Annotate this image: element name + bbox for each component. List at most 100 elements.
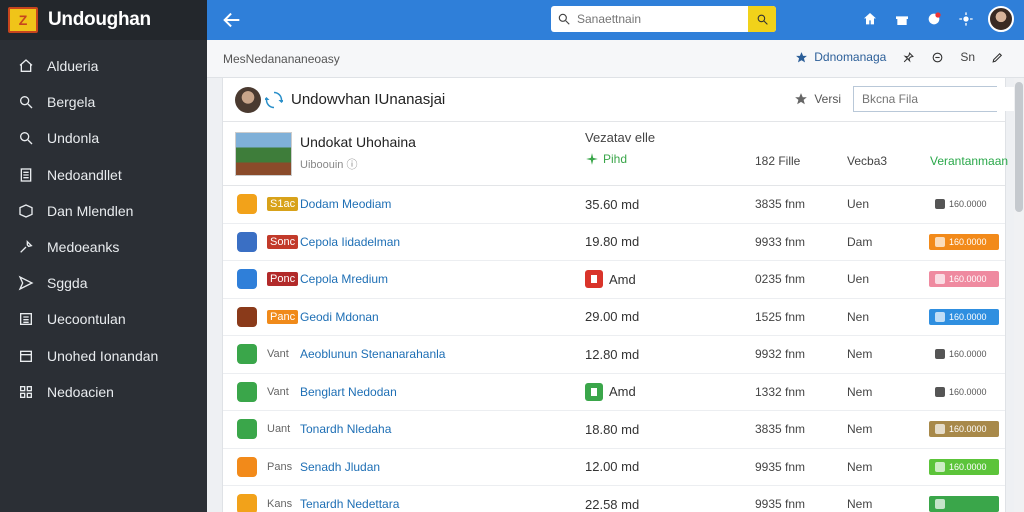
sn-action[interactable]: Sn	[960, 50, 975, 64]
status-badge[interactable]: 160.0000	[929, 384, 999, 400]
row-name-link[interactable]: Senadh Jludan	[300, 460, 380, 474]
featured-column-title: Vezatav elle	[585, 130, 656, 145]
file-type-icon	[237, 194, 257, 215]
table-row[interactable]: Vant Aeoblunun Stenanarahanla 12.80 md 9932…	[223, 336, 1005, 374]
row-size-text: 22.58 md	[585, 496, 640, 512]
home-icon[interactable]	[860, 9, 880, 29]
row-name-link[interactable]: Geodi Mdonan	[300, 310, 379, 324]
notification-icon[interactable]	[924, 9, 944, 29]
badge-icon	[935, 274, 945, 285]
sidebar-item-6[interactable]: Medoeanks	[0, 229, 207, 265]
row-name-link[interactable]: Dodam Meodiam	[300, 197, 391, 211]
file-type-icon	[237, 306, 257, 327]
file-type-icon	[237, 269, 257, 290]
settings-icon[interactable]	[956, 9, 976, 29]
row-size-text: 12.00 md	[585, 459, 640, 475]
row-time: 9933 fnm	[755, 234, 806, 249]
row-state: Uen	[847, 272, 870, 287]
row-size: Amd	[585, 382, 636, 401]
table-row[interactable]: Ponc Cepola Mredium Amd 0235 fnm Uen 160.0000	[223, 261, 1005, 299]
sidebar-item-10[interactable]: Nedoacien	[0, 374, 207, 410]
row-state: Nem	[847, 347, 873, 362]
status-badge[interactable]: 160.0000	[929, 271, 999, 288]
breadcrumb[interactable]: MesNedanananeoasy	[223, 52, 340, 66]
row-name-link[interactable]: Cepola Mredium	[300, 272, 388, 286]
sidebar-item-9[interactable]: Unohed Ionandan	[0, 338, 207, 374]
featured-item[interactable]: Undokat Uhohaina Uiboouin ⓘ Vezatav elle…	[223, 122, 1009, 186]
favorite-label: Ddnomanaga	[814, 50, 887, 64]
table-row[interactable]: S1ac Dodam Meodiam 35.60 md 3835 fnm Uen 160.…	[223, 186, 1005, 224]
sidebar-item-3[interactable]: Undonla	[0, 120, 207, 156]
back-arrow-icon[interactable]	[221, 9, 243, 31]
row-tag: Vant	[267, 348, 289, 361]
status-badge-label: 160.0000	[949, 386, 987, 397]
panel-title: Undowvhan IUnanasjai	[291, 91, 446, 108]
favorite-action[interactable]: Ddnomanaga	[795, 50, 886, 64]
row-state: Dam	[847, 234, 873, 249]
table-row[interactable]: Vant Benglart Nedodan Amd 1332 fnm Nem 160.00…	[223, 374, 1005, 411]
row-name-link[interactable]: Tonardh Nledaha	[300, 422, 391, 436]
table-row[interactable]: Sonc Cepola Iidadelman 19.80 md 9933 fnm Dam…	[223, 224, 1005, 261]
pin-icon[interactable]	[902, 51, 915, 64]
search-input[interactable]	[577, 12, 737, 26]
sidebar-item-label: Aldueria	[47, 58, 99, 75]
gift-icon[interactable]	[892, 9, 912, 29]
status-badge[interactable]: 160.0000	[929, 233, 999, 250]
featured-status-label: Pihd	[603, 152, 628, 166]
row-size: Amd	[585, 270, 636, 289]
status-badge[interactable]: 160.0000	[929, 308, 999, 325]
search-icon	[17, 129, 35, 147]
row-name-link[interactable]: Cepola Iidadelman	[300, 235, 400, 249]
package-icon	[17, 202, 35, 220]
sidebar-item-4[interactable]: Nedoandllet	[0, 157, 207, 193]
file-type-icon	[237, 456, 257, 477]
search-submit-button[interactable]	[748, 6, 776, 32]
row-name-link[interactable]: Tenardh Nedettara	[300, 497, 399, 511]
table-row[interactable]: Pans Senadh Jludan 12.00 md 9935 fnm Nem 160.…	[223, 449, 1005, 486]
status-badge[interactable]	[929, 496, 999, 512]
row-name-link[interactable]: Aeoblunun Stenanarahanla	[300, 347, 445, 361]
row-size: 22.58 md	[585, 497, 639, 512]
badge-icon	[935, 461, 945, 472]
favorite-toggle[interactable]: Versi	[794, 92, 841, 106]
status-badge[interactable]: 160.0000	[929, 458, 999, 475]
tools-icon	[17, 238, 35, 256]
sidebar-item-label: Uecoontulan	[47, 311, 126, 328]
table-row[interactable]: Uant Tonardh Nledaha 18.80 md 3835 fnm Nem 16…	[223, 411, 1005, 449]
app-logo: Z	[8, 7, 38, 33]
badge-icon	[935, 386, 945, 397]
row-size: 35.60 md	[585, 197, 639, 212]
featured-status-text: Verantanmaan	[930, 154, 1009, 168]
status-badge-label: 160.0000	[949, 199, 987, 210]
sidebar-item-8[interactable]: Uecoontulan	[0, 301, 207, 337]
sidebar-item-label: Nedoandllet	[47, 166, 122, 183]
brand[interactable]: Z Undoughan	[0, 0, 207, 40]
table-row[interactable]: Panc Geodi Mdonan 29.00 md 1525 fnm Nen 160.0…	[223, 299, 1005, 336]
row-name-link[interactable]: Benglart Nedodan	[300, 385, 397, 399]
edit-icon[interactable]	[991, 51, 1004, 64]
file-search[interactable]	[853, 86, 1024, 112]
featured-title: Undokat Uhohaina	[300, 134, 416, 150]
file-search-input[interactable]	[854, 87, 1017, 111]
status-badge[interactable]: 160.0000	[929, 421, 999, 438]
status-badge[interactable]: 160.0000	[929, 196, 999, 212]
sidebar-item-7[interactable]: Sggda	[0, 265, 207, 301]
featured-subtitle: Uiboouin ⓘ	[300, 159, 358, 171]
row-size: 29.00 md	[585, 309, 639, 324]
scrollbar-thumb[interactable]	[1015, 82, 1023, 212]
sidebar-item-1[interactable]: Aldueria	[0, 48, 207, 84]
table-row[interactable]: Kans Tenardh Nedettara 22.58 md 9935 fnm Nem	[223, 486, 1005, 512]
app-name: Undoughan	[48, 9, 151, 30]
row-time: 1332 fnm	[755, 384, 806, 399]
sidebar-item-2[interactable]: Bergela	[0, 84, 207, 120]
row-size-text: 12.80 md	[585, 346, 640, 362]
info-icon[interactable]	[931, 51, 944, 64]
featured-status: Pihd	[585, 152, 627, 166]
status-badge[interactable]: 160.0000	[929, 346, 999, 362]
search-box[interactable]	[551, 6, 776, 32]
send-icon	[17, 274, 35, 292]
sidebar-item-5[interactable]: Dan Mlendlen	[0, 193, 207, 229]
file-type-icon	[237, 419, 257, 440]
user-avatar[interactable]	[988, 6, 1014, 32]
row-size-text: 19.80 md	[585, 234, 640, 250]
